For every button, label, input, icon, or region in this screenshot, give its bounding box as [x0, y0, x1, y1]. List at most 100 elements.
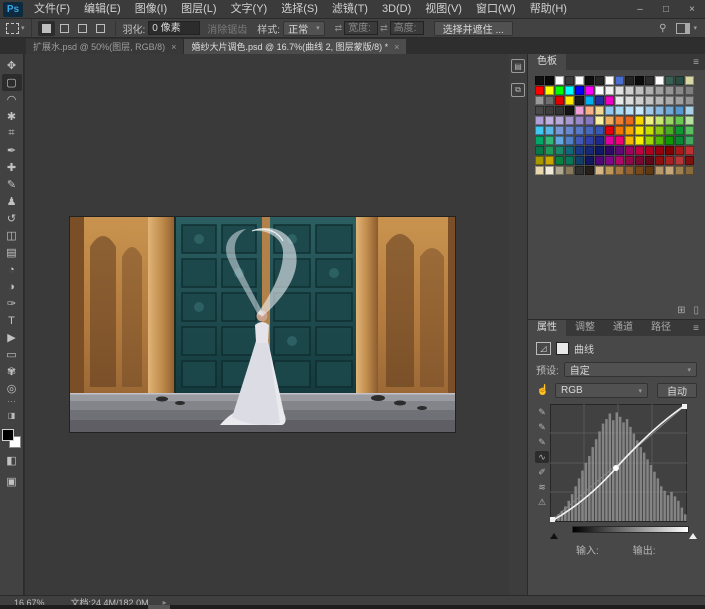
- color-swatch[interactable]: [675, 146, 684, 155]
- select-and-mask-button[interactable]: 选择并遮住 ...: [434, 21, 513, 36]
- color-swatch[interactable]: [595, 166, 604, 175]
- color-swatch[interactable]: [555, 86, 564, 95]
- tab-调整[interactable]: 调整: [566, 320, 604, 336]
- color-swatch[interactable]: [645, 126, 654, 135]
- color-swatch[interactable]: [615, 166, 624, 175]
- color-swatch[interactable]: [635, 166, 644, 175]
- panel-menu-icon[interactable]: ≡: [693, 57, 705, 68]
- color-swatch[interactable]: [535, 86, 544, 95]
- menu-item[interactable]: 视图(V): [418, 0, 469, 19]
- tool-button[interactable]: ▭: [2, 346, 22, 363]
- color-swatch[interactable]: [645, 76, 654, 85]
- auto-button[interactable]: 自动: [657, 383, 697, 398]
- color-swatch[interactable]: [665, 166, 674, 175]
- panel-menu-icon[interactable]: ≡: [693, 323, 705, 334]
- tool-button[interactable]: ▶: [2, 329, 22, 346]
- color-swatch[interactable]: [565, 126, 574, 135]
- menu-item[interactable]: 滤镜(T): [325, 0, 375, 19]
- color-swatch[interactable]: [645, 106, 654, 115]
- curve-tool-icon[interactable]: ✐: [535, 466, 549, 478]
- color-swatch[interactable]: [685, 156, 694, 165]
- close-button[interactable]: ×: [679, 0, 705, 19]
- color-swatch[interactable]: [645, 166, 654, 175]
- maximize-button[interactable]: □: [653, 0, 679, 19]
- preset-select[interactable]: 自定▾: [564, 362, 697, 377]
- color-swatch[interactable]: [565, 156, 574, 165]
- tool-button[interactable]: ♟: [2, 193, 22, 210]
- color-swatch[interactable]: [565, 76, 574, 85]
- color-swatch[interactable]: [535, 76, 544, 85]
- color-swatch[interactable]: [585, 96, 594, 105]
- color-swatch[interactable]: [635, 156, 644, 165]
- document-tab[interactable]: 婚纱大片调色.psd @ 16.7%(曲线 2, 图层蒙版/8) *×: [184, 39, 406, 54]
- black-point-slider[interactable]: [550, 533, 558, 539]
- menu-item[interactable]: 图层(L): [174, 0, 223, 19]
- color-swatch[interactable]: [585, 156, 594, 165]
- color-swatch[interactable]: [615, 156, 624, 165]
- color-swatch[interactable]: [655, 106, 664, 115]
- layer-mask-thumbnail[interactable]: [556, 342, 569, 355]
- color-swatch[interactable]: [605, 96, 614, 105]
- menu-item[interactable]: 文字(Y): [224, 0, 275, 19]
- color-swatch[interactable]: [535, 116, 544, 125]
- menu-item[interactable]: 窗口(W): [469, 0, 523, 19]
- color-swatch[interactable]: [595, 106, 604, 115]
- color-swatch[interactable]: [635, 116, 644, 125]
- color-swatch[interactable]: [555, 156, 564, 165]
- curve-tool-icon[interactable]: ✎: [535, 436, 549, 448]
- color-swatch[interactable]: [585, 106, 594, 115]
- color-swatch[interactable]: [545, 96, 554, 105]
- minimize-button[interactable]: –: [627, 0, 653, 19]
- color-swatch[interactable]: [575, 76, 584, 85]
- color-swatch[interactable]: [655, 96, 664, 105]
- close-tab-icon[interactable]: ×: [394, 42, 399, 52]
- curve-tool-icon[interactable]: ≋: [535, 481, 549, 493]
- color-swatch[interactable]: [555, 76, 564, 85]
- color-swatch[interactable]: [595, 76, 604, 85]
- color-swatch[interactable]: [545, 86, 554, 95]
- color-swatch[interactable]: [685, 146, 694, 155]
- new-selection-button[interactable]: [38, 21, 55, 36]
- color-swatch[interactable]: [635, 106, 644, 115]
- color-swatch[interactable]: [635, 86, 644, 95]
- color-swatch[interactable]: [535, 166, 544, 175]
- color-swatch[interactable]: [555, 116, 564, 125]
- color-swatch[interactable]: [675, 156, 684, 165]
- color-swatch[interactable]: [555, 136, 564, 145]
- color-swatch[interactable]: [645, 116, 654, 125]
- tool-button[interactable]: ↺: [2, 210, 22, 227]
- color-swatch[interactable]: [565, 106, 574, 115]
- tool-button[interactable]: ✥: [2, 57, 22, 74]
- tab-swatches[interactable]: 色板: [528, 54, 566, 70]
- color-swatch[interactable]: [615, 86, 624, 95]
- color-swatch[interactable]: [685, 136, 694, 145]
- foreground-background-colors[interactable]: [2, 429, 21, 448]
- color-swatch[interactable]: [605, 116, 614, 125]
- collapsed-panel-icon[interactable]: ▤: [511, 59, 525, 73]
- color-swatch[interactable]: [635, 96, 644, 105]
- color-swatch[interactable]: [625, 156, 634, 165]
- color-swatch[interactable]: [685, 126, 694, 135]
- color-swatch[interactable]: [605, 126, 614, 135]
- tab-路径[interactable]: 路径: [642, 320, 680, 336]
- tool-button[interactable]: ◫: [2, 227, 22, 244]
- curve-tool-icon[interactable]: ∿: [535, 451, 549, 463]
- color-swatch[interactable]: [645, 86, 654, 95]
- color-swatch[interactable]: [545, 146, 554, 155]
- color-swatch[interactable]: [665, 96, 674, 105]
- color-swatch[interactable]: [565, 116, 574, 125]
- color-swatch[interactable]: [635, 146, 644, 155]
- color-swatch[interactable]: [615, 136, 624, 145]
- tool-button[interactable]: ✚: [2, 159, 22, 176]
- foreground-color-swatch[interactable]: [2, 429, 14, 441]
- color-swatch[interactable]: [595, 126, 604, 135]
- color-swatch[interactable]: [615, 116, 624, 125]
- color-swatch[interactable]: [585, 146, 594, 155]
- color-swatch[interactable]: [675, 86, 684, 95]
- color-swatch[interactable]: [595, 86, 604, 95]
- color-swatch[interactable]: [585, 166, 594, 175]
- edit-toolbar-icon[interactable]: ⋯: [7, 397, 16, 407]
- color-swatch[interactable]: [565, 136, 574, 145]
- color-swatch[interactable]: [585, 116, 594, 125]
- color-swatch[interactable]: [665, 76, 674, 85]
